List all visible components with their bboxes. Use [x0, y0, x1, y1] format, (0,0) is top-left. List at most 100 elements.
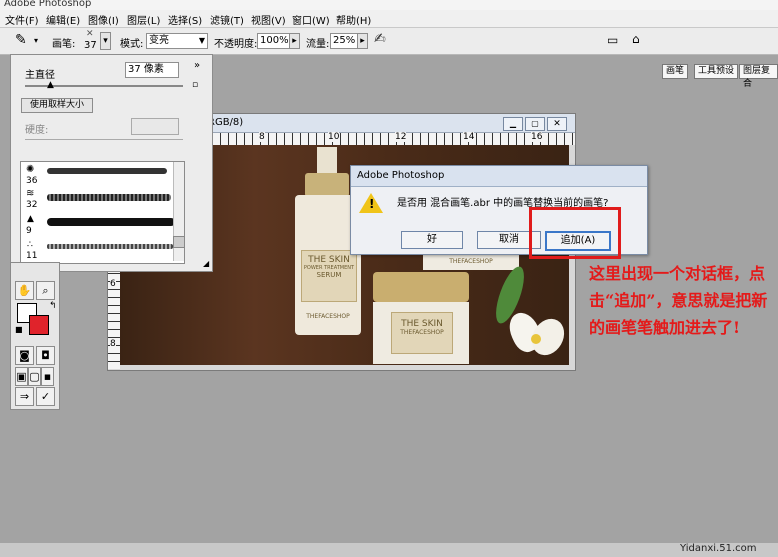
annotation-text: 这里出现一个对话框，点击“追加”，意思就是把新的画笔笔触加进去了! — [589, 264, 768, 337]
menu-window[interactable]: 窗口(W) — [292, 12, 330, 27]
brush-size-readout: 37 — [84, 40, 97, 51]
quick-mask-icon[interactable]: ◘ — [36, 346, 55, 365]
diameter-value: 37 像素 — [128, 64, 164, 75]
dialog-title-bar: Adobe Photoshop — [351, 166, 647, 187]
palette-well-icon[interactable]: ⌂ — [632, 32, 640, 46]
screen-mode-full-menu-icon[interactable]: ▢ — [28, 367, 41, 386]
app-title: Adobe Photoshop — [4, 0, 92, 9]
bottle-cap — [317, 147, 337, 173]
menu-edit[interactable]: 编辑(E) — [46, 12, 80, 27]
shop-text: THEFACESHOP — [306, 313, 350, 320]
menu-image[interactable]: 图像(I) — [88, 12, 119, 27]
diameter-input[interactable]: 37 像素 — [125, 62, 179, 78]
dialog-title: Adobe Photoshop — [357, 170, 445, 181]
tool-preset-chevron-icon[interactable]: ▾ — [34, 36, 38, 45]
background-color-swatch[interactable] — [29, 315, 49, 335]
warning-exclamation-icon: ! — [369, 197, 375, 211]
tab-brushes[interactable]: 画笔 — [662, 64, 689, 79]
menu-bar: 文件(F) 编辑(E) 图像(I) 图层(L) 选择(S) 滤镜(T) 视图(V… — [0, 10, 778, 28]
toolbox: ✋ ⌕ ↰ ■ ◙ ◘ ▣ ▢ ▪ ⇒ ✓ — [10, 262, 60, 410]
swap-colors-icon[interactable]: ↰ — [49, 301, 57, 311]
hardness-input[interactable] — [131, 118, 179, 135]
zoom-tool-icon[interactable]: ⌕ — [36, 281, 55, 300]
diameter-label: 主直径 — [25, 70, 55, 81]
tab-layer-comps[interactable]: 图层复合 — [739, 64, 778, 89]
hardness-slider-track[interactable] — [25, 139, 183, 140]
brush-tool-icon[interactable]: ✎ — [15, 32, 27, 48]
maximize-button[interactable]: ▢ — [525, 117, 545, 131]
checkmark-icon[interactable]: ✓ — [36, 387, 55, 406]
status-bar: Yidanxi.51.com — [0, 543, 778, 557]
highlight-box — [529, 207, 621, 259]
screen-mode-standard-icon[interactable]: ▣ — [15, 367, 28, 386]
flow-slider-button[interactable]: ▸ — [357, 33, 368, 49]
ruler-mark: 6 — [110, 279, 116, 289]
ruler-mark: 8 — [110, 339, 116, 349]
brush-stroke-preview[interactable] — [47, 244, 173, 249]
ruler-mark: 16 — [531, 132, 543, 142]
airbrush-icon[interactable]: ✍ — [374, 31, 386, 47]
close-button[interactable]: ✕ — [547, 117, 567, 131]
reset-icon[interactable]: ▫ — [192, 80, 198, 90]
screen-mode-full-icon[interactable]: ▪ — [41, 367, 54, 386]
preset-scroll-thumb[interactable] — [173, 236, 185, 248]
second-jar: THEFACESHOP — [423, 254, 519, 270]
brush-tip-icon: ▲ — [27, 214, 34, 224]
jump-to-imageready-icon[interactable]: ⇒ — [15, 387, 34, 406]
opacity-input[interactable]: 100% — [257, 33, 291, 49]
ok-button[interactable]: 好 — [401, 231, 463, 249]
menu-layer[interactable]: 图层(L) — [127, 12, 160, 27]
brush-stroke-preview[interactable] — [47, 218, 175, 226]
use-sample-size-button[interactable]: 使用取样大小 — [21, 98, 93, 113]
ruler-mark: 8 — [259, 132, 265, 142]
opacity-label: 不透明度: — [214, 39, 258, 50]
document-title: RGB/8) — [208, 117, 244, 128]
ruler-mark: 10 — [328, 132, 340, 142]
jar-label: THE SKIN THEFACESHOP — [391, 312, 453, 354]
brush-stroke-preview[interactable] — [47, 168, 167, 174]
brush-tip-icon: ∴ — [27, 240, 33, 250]
ruler-mark: 12 — [395, 132, 407, 142]
opacity-slider-button[interactable]: ▸ — [289, 33, 300, 49]
menu-filter[interactable]: 滤镜(T) — [210, 12, 244, 27]
flower-center — [531, 334, 541, 344]
panel-menu-icon[interactable]: » — [194, 60, 200, 71]
second-jar-shop-text: THEFACESHOP — [449, 258, 493, 265]
opacity-value: 100% — [260, 35, 289, 46]
mode-label: 模式: — [120, 39, 144, 50]
hardness-label: 硬度: — [25, 125, 49, 136]
brand-text: THE SKIN — [308, 255, 350, 265]
serum-label: THE SKIN POWER TREATMENT SERUM — [301, 250, 357, 302]
jar-shop-text: THEFACESHOP — [400, 329, 444, 336]
bottle-collar — [305, 173, 349, 197]
flow-label: 流量: — [306, 39, 330, 50]
flow-value: 25% — [333, 35, 356, 46]
minimize-button[interactable]: ▁ — [503, 117, 523, 131]
brush-stroke-preview[interactable] — [47, 194, 171, 201]
menu-view[interactable]: 视图(V) — [251, 12, 286, 27]
jar-brand-text: THE SKIN — [401, 319, 443, 329]
hand-tool-icon[interactable]: ✋ — [15, 281, 34, 300]
resize-grip-icon[interactable]: ◢ — [203, 259, 209, 268]
menu-file[interactable]: 文件(F) — [5, 12, 39, 27]
brush-size: 36 — [26, 176, 38, 186]
jar-lid — [373, 272, 469, 302]
tab-tool-presets[interactable]: 工具预设 — [694, 64, 739, 79]
jar-body: THE SKIN THEFACESHOP — [373, 302, 469, 364]
menu-help[interactable]: 帮助(H) — [336, 12, 371, 27]
cream-jar: THE SKIN THEFACESHOP — [373, 272, 469, 364]
diameter-slider-thumb[interactable]: ▲ — [47, 80, 54, 90]
file-browser-icon[interactable]: ▭ — [607, 33, 618, 47]
flow-input[interactable]: 25% — [330, 33, 359, 49]
standard-mode-icon[interactable]: ◙ — [15, 346, 34, 365]
options-bar: ✎ ▾ 画笔: ✕ 37 ▾ 模式: 变亮 ▼ 不透明度: 100% ▸ 流量:… — [0, 28, 778, 89]
brush-tip-icon: ✺ — [26, 164, 35, 175]
default-colors-icon[interactable]: ■ — [15, 325, 23, 334]
brush-label: 画笔: — [52, 39, 76, 50]
menu-select[interactable]: 选择(S) — [168, 12, 202, 27]
brush-preset-list[interactable]: ✺ 36 ≋ 32 ▲ 9 ∴ 11 — [20, 161, 185, 264]
brush-picker-button[interactable]: ▾ — [100, 32, 111, 50]
mode-dropdown-icon[interactable]: ▼ — [199, 34, 205, 48]
ruler-mark: 14 — [463, 132, 475, 142]
mode-select[interactable]: 变亮 ▼ — [146, 33, 208, 49]
